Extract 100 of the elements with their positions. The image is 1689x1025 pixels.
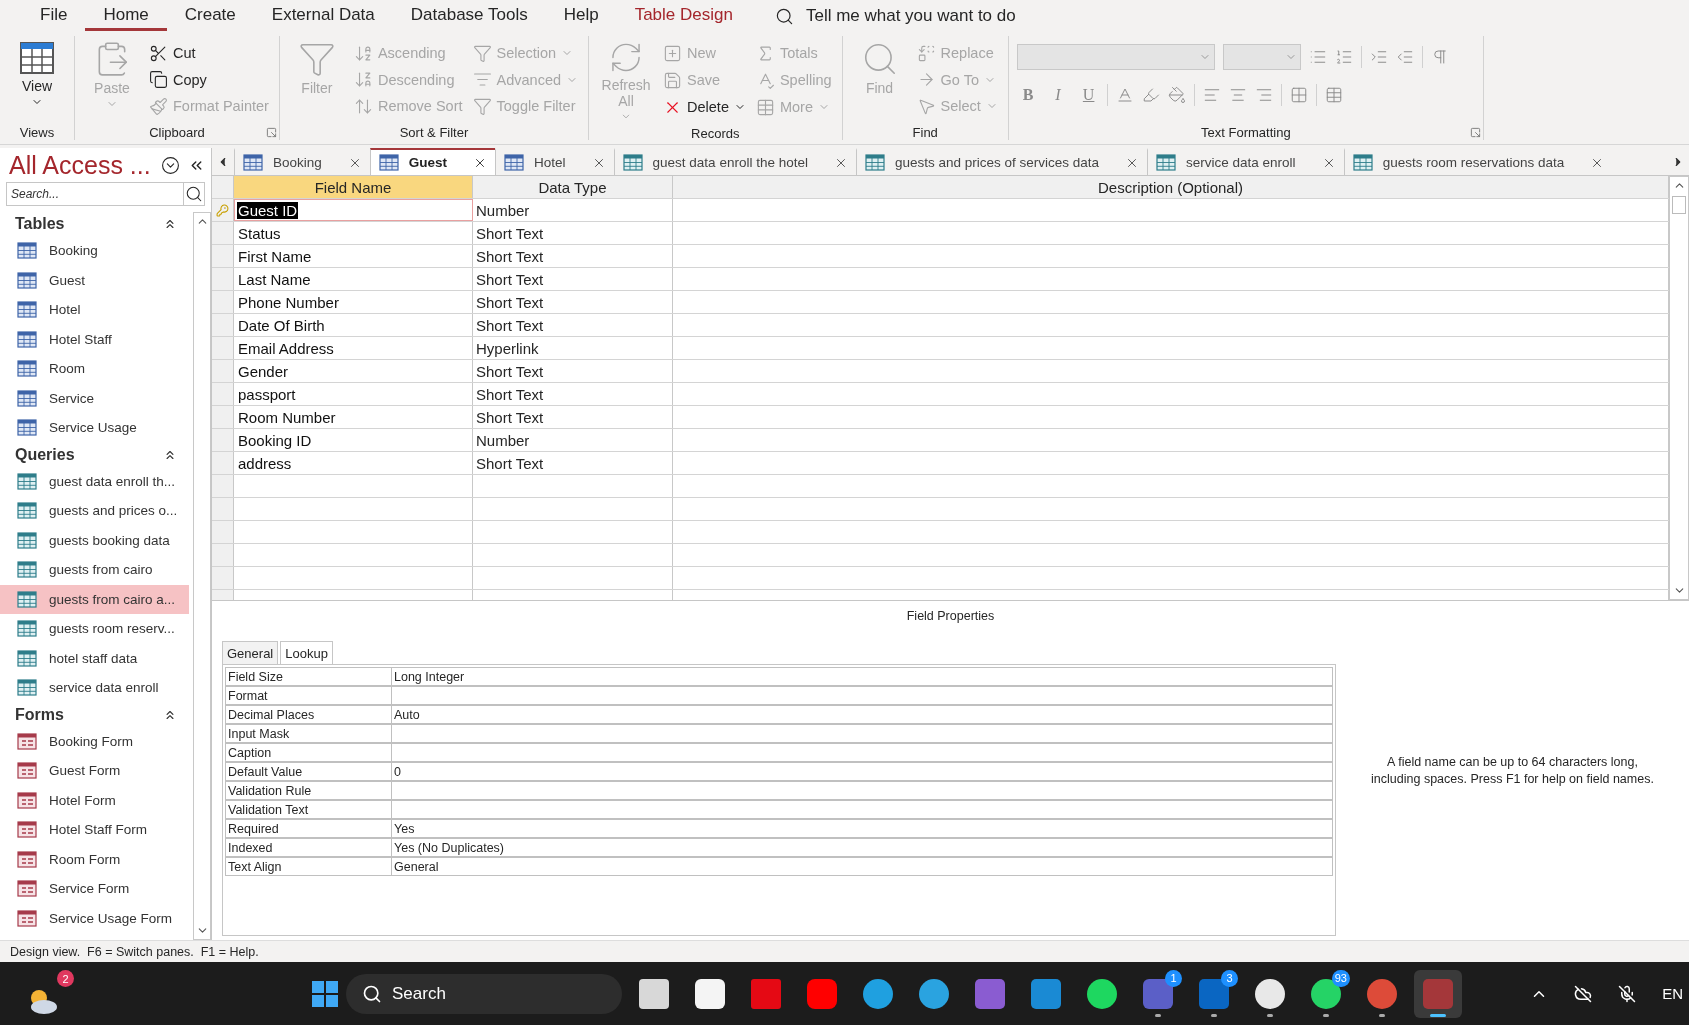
scrollbar[interactable] bbox=[193, 212, 211, 940]
data-type-cell[interactable]: Short Text bbox=[473, 452, 673, 474]
search-button[interactable] bbox=[184, 182, 205, 206]
document-tab[interactable]: Guest bbox=[369, 148, 496, 175]
align-center-icon[interactable] bbox=[1228, 86, 1247, 104]
section-header[interactable]: Tables bbox=[15, 215, 65, 233]
data-type-cell[interactable]: Short Text bbox=[473, 383, 673, 405]
section-header[interactable]: Forms bbox=[15, 705, 64, 724]
menu-tab[interactable]: Table Design bbox=[616, 1, 751, 31]
navigation-item[interactable]: Booking bbox=[0, 236, 189, 266]
document-tab[interactable]: guests room reservations data bbox=[1343, 148, 1613, 175]
navigation-item[interactable]: Service Usage Form bbox=[0, 903, 189, 933]
field-name-cell[interactable]: Guest ID bbox=[234, 199, 473, 221]
language-indicator[interactable]: EN bbox=[1662, 985, 1683, 1002]
field-name-cell[interactable]: address bbox=[234, 452, 473, 474]
cloud-icon[interactable] bbox=[1574, 984, 1593, 1003]
field-name-cell[interactable]: Email Address bbox=[234, 337, 473, 359]
property-value[interactable]: General bbox=[392, 858, 1332, 875]
document-tab[interactable]: Hotel bbox=[495, 148, 614, 175]
property-value[interactable]: Auto bbox=[392, 706, 1332, 723]
navigation-item[interactable]: Booking Form bbox=[0, 726, 189, 756]
pane-title[interactable]: All Access ... bbox=[9, 150, 153, 180]
column-header[interactable]: Description (Optional) bbox=[673, 176, 1669, 198]
highlighter-icon[interactable] bbox=[1141, 86, 1160, 104]
property-value[interactable]: Yes bbox=[392, 820, 1332, 837]
indent-icon[interactable] bbox=[1369, 48, 1388, 66]
data-type-cell[interactable]: Short Text bbox=[473, 268, 673, 290]
navigation-item[interactable]: Service Form bbox=[0, 874, 189, 904]
ribbon-button[interactable]: Delete bbox=[661, 94, 748, 120]
navigation-item[interactable]: Hotel bbox=[0, 295, 189, 325]
data-type-cell[interactable]: Short Text bbox=[473, 360, 673, 382]
document-tab[interactable]: guest data enroll the hotel bbox=[613, 148, 856, 175]
ribbon-button[interactable]: Cut bbox=[147, 40, 271, 66]
navigation-item[interactable]: Guest Form bbox=[0, 756, 189, 786]
document-tab[interactable]: service data enroll bbox=[1147, 148, 1344, 175]
navigation-item[interactable]: guests and prices o... bbox=[0, 496, 189, 526]
field-name-cell[interactable]: passport bbox=[234, 383, 473, 405]
ribbon-button[interactable]: Copy bbox=[147, 66, 271, 93]
weather-widget[interactable]: 2 bbox=[26, 970, 74, 1016]
navigation-item[interactable]: Hotel Staff Form bbox=[0, 815, 189, 845]
gridlines-icon[interactable] bbox=[1289, 86, 1308, 104]
data-type-cell[interactable]: Short Text bbox=[473, 291, 673, 313]
align-left-icon[interactable] bbox=[1202, 86, 1221, 104]
menu-tab[interactable]: File bbox=[22, 1, 86, 31]
field-name-cell[interactable]: Gender bbox=[234, 360, 473, 382]
properties-tab[interactable]: General bbox=[222, 641, 279, 664]
menu-tab[interactable]: External Data bbox=[253, 1, 393, 31]
data-type-cell[interactable]: Short Text bbox=[473, 222, 673, 244]
navigation-item[interactable]: guests from cairo a... bbox=[0, 584, 189, 614]
navigation-item[interactable]: Service Usage bbox=[0, 413, 189, 443]
navigation-item[interactable]: Service bbox=[0, 383, 189, 413]
properties-tab[interactable]: Lookup bbox=[280, 641, 333, 664]
paint-bucket-icon[interactable] bbox=[1167, 86, 1186, 104]
menu-tab[interactable]: Help bbox=[545, 1, 617, 31]
table-icon[interactable] bbox=[1324, 86, 1343, 104]
navigation-item[interactable]: guests from cairo bbox=[0, 555, 189, 585]
data-type-cell[interactable]: Hyperlink bbox=[473, 337, 673, 359]
tell-me-field[interactable]: Tell me what you want to do bbox=[774, 6, 1016, 26]
navigation-item[interactable]: service data enroll bbox=[0, 673, 189, 703]
dropdown-icon[interactable] bbox=[161, 155, 180, 175]
field-name-cell[interactable]: Date Of Birth bbox=[234, 314, 473, 336]
navigation-item[interactable]: guest data enroll th... bbox=[0, 466, 189, 496]
outdent-icon[interactable] bbox=[1395, 48, 1414, 66]
scroll-thumb[interactable] bbox=[1672, 196, 1686, 214]
launcher-icon[interactable] bbox=[1469, 127, 1481, 138]
section-header[interactable]: Queries bbox=[15, 445, 75, 464]
ribbon-large-button[interactable]: View bbox=[8, 38, 66, 123]
field-name-cell[interactable]: Room Number bbox=[234, 406, 473, 428]
navigation-item[interactable]: Guest bbox=[0, 265, 189, 295]
menu-tab[interactable]: Database Tools bbox=[392, 1, 546, 31]
navigation-item[interactable]: hotel staff data bbox=[0, 643, 189, 673]
data-type-cell[interactable]: Short Text bbox=[473, 406, 673, 428]
document-tab[interactable]: Booking bbox=[234, 148, 370, 175]
field-name-cell[interactable]: Phone Number bbox=[234, 291, 473, 313]
scrollbar[interactable] bbox=[1669, 176, 1689, 600]
launcher-icon[interactable] bbox=[265, 127, 277, 138]
column-header[interactable]: Field Name bbox=[234, 176, 473, 198]
numbered-list-icon[interactable] bbox=[1334, 48, 1353, 66]
align-right-icon[interactable] bbox=[1254, 86, 1273, 104]
property-value[interactable]: Long Integer bbox=[392, 668, 1332, 685]
document-tab[interactable]: guests and prices of services data bbox=[855, 148, 1148, 175]
taskbar-search[interactable]: Search bbox=[346, 973, 622, 1014]
navigation-item[interactable]: Room bbox=[0, 354, 189, 384]
field-name-cell[interactable]: Booking ID bbox=[234, 429, 473, 451]
property-value[interactable]: Yes (No Duplicates) bbox=[392, 839, 1332, 856]
navigation-item[interactable]: guests booking data bbox=[0, 525, 189, 555]
data-type-cell[interactable]: Number bbox=[473, 199, 673, 221]
navigation-item[interactable]: guests room reserv... bbox=[0, 614, 189, 644]
field-name-cell[interactable]: Last Name bbox=[234, 268, 473, 290]
row-selector[interactable] bbox=[212, 199, 234, 221]
bullet-list-icon[interactable] bbox=[1308, 48, 1327, 66]
search-field[interactable]: Search... bbox=[6, 182, 184, 206]
data-type-cell[interactable]: Short Text bbox=[473, 245, 673, 267]
property-value[interactable]: 0 bbox=[392, 763, 1332, 780]
navigation-item[interactable]: Room Form bbox=[0, 844, 189, 874]
mic-off-icon[interactable] bbox=[1618, 984, 1637, 1003]
navigation-item[interactable]: Hotel Form bbox=[0, 785, 189, 815]
navigation-item[interactable]: Hotel Staff bbox=[0, 324, 189, 354]
column-header[interactable]: Data Type bbox=[473, 176, 673, 198]
field-name-cell[interactable]: Status bbox=[234, 222, 473, 244]
